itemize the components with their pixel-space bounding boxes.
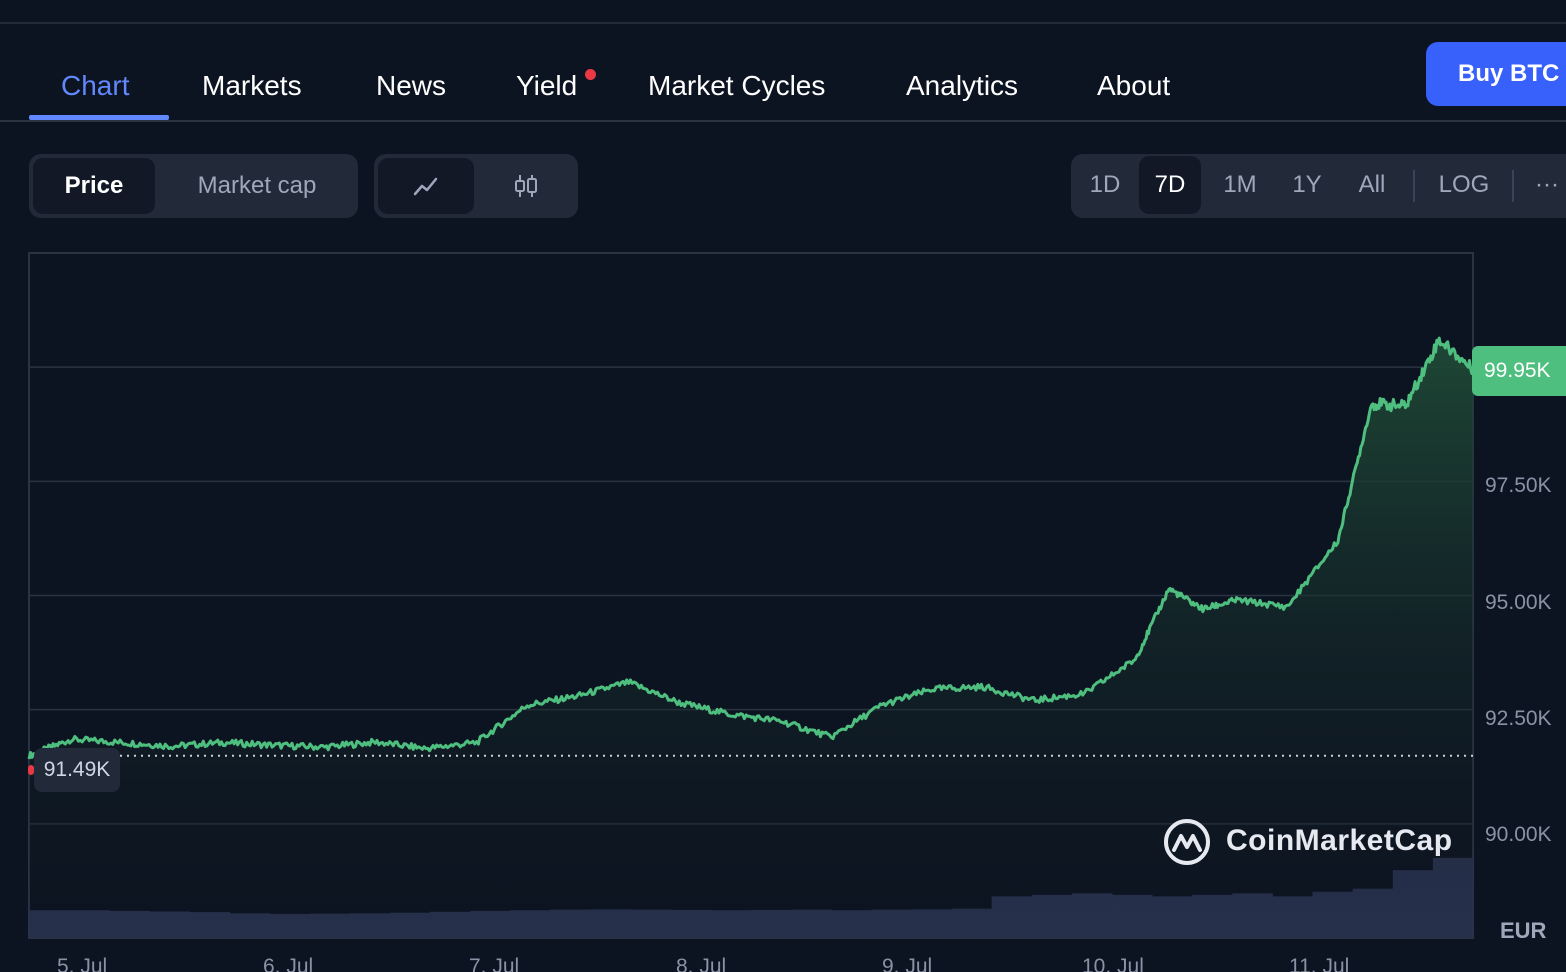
x-tick-label: 6. Jul xyxy=(263,955,314,972)
y-tick-label: 90.00K xyxy=(1485,823,1552,846)
x-tick-label: 5. Jul xyxy=(57,955,108,972)
currency-label: EUR xyxy=(1500,918,1547,943)
x-tick-label: 7. Jul xyxy=(469,955,520,972)
y-tick-label: 97.50K xyxy=(1485,474,1552,497)
x-tick-label: 10. Jul xyxy=(1082,955,1144,972)
y-tick-label: 92.50K xyxy=(1485,707,1552,730)
watermark-label: CoinMarketCap xyxy=(1226,824,1453,857)
current-price-tag: 99.95K xyxy=(1472,346,1566,396)
x-tick-label: 8. Jul xyxy=(676,955,727,972)
coinmarketcap-watermark: CoinMarketCap xyxy=(1162,816,1452,868)
coinmarketcap-logo-icon xyxy=(1164,819,1210,865)
x-tick-label: 11. Jul xyxy=(1289,955,1350,972)
x-tick-label: 9. Jul xyxy=(882,955,933,972)
y-tick-label: 95.00K xyxy=(1485,591,1552,614)
start-price-tag: 91.49K xyxy=(34,748,120,792)
